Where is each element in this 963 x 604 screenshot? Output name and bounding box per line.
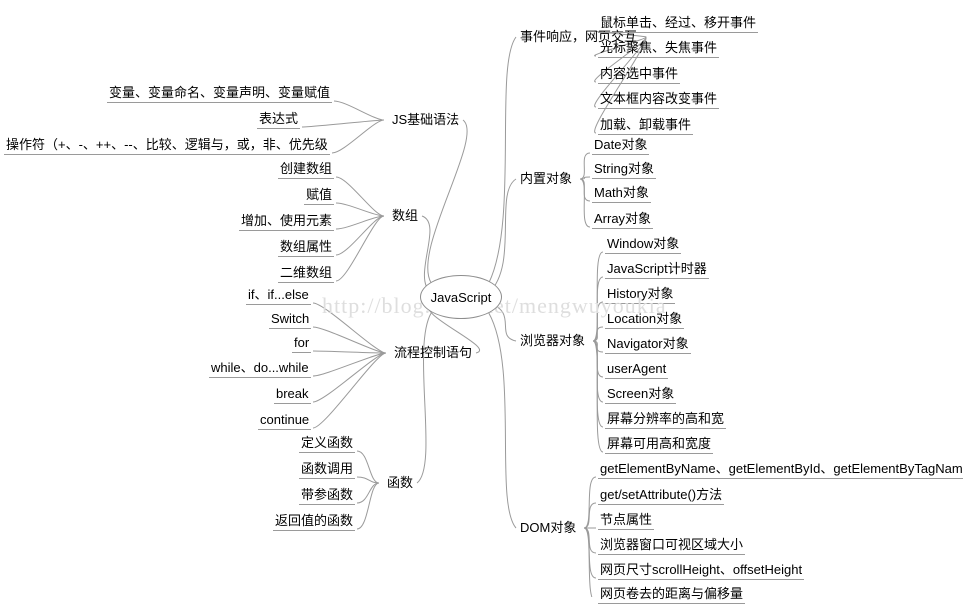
leaf-数组属性[interactable]: 数组属性: [278, 239, 335, 257]
branch-数组[interactable]: 数组: [390, 208, 420, 225]
leaf-返回值的函数[interactable]: 返回值的函数: [273, 513, 356, 531]
root-node-javascript[interactable]: JavaScript: [420, 275, 502, 319]
root-node-label: JavaScript: [430, 289, 492, 305]
leaf-JavaScript计时器[interactable]: JavaScript计时器: [605, 261, 709, 279]
leaf-创建数组[interactable]: 创建数组: [278, 161, 335, 179]
leaf-光标聚焦-失焦事件[interactable]: 光标聚焦、失焦事件: [598, 40, 720, 58]
leaf-文本框内容改变事件[interactable]: 文本框内容改变事件: [598, 91, 720, 109]
leaf-带参函数[interactable]: 带参函数: [299, 487, 356, 505]
leaf-浏览器窗口可视区域大小[interactable]: 浏览器窗口可视区域大小: [598, 537, 746, 555]
leaf-屏幕分辨率的高和宽[interactable]: 屏幕分辨率的高和宽: [605, 411, 727, 429]
leaf-内容选中事件[interactable]: 内容选中事件: [598, 66, 681, 84]
leaf-Date对象[interactable]: Date对象: [592, 137, 650, 155]
leaf-网页尺寸scrollHeight-offsetHeigh[interactable]: 网页尺寸scrollHeight、offsetHeight: [598, 562, 805, 580]
leaf-屏幕可用高和宽度[interactable]: 屏幕可用高和宽度: [605, 436, 714, 454]
leaf-while-do-while[interactable]: while、do...while: [209, 360, 311, 378]
leaf-增加-使用元素[interactable]: 增加、使用元素: [239, 213, 335, 231]
leaf-Screen对象[interactable]: Screen对象: [605, 386, 677, 404]
leaf-break[interactable]: break: [274, 386, 311, 404]
leaf-for[interactable]: for: [292, 335, 312, 353]
leaf-赋值[interactable]: 赋值: [304, 187, 335, 205]
branch-DOM对象[interactable]: DOM对象: [518, 520, 578, 537]
leaf-History对象[interactable]: History对象: [605, 286, 676, 304]
leaf-定义函数[interactable]: 定义函数: [299, 435, 356, 453]
leaf-if-if-else[interactable]: if、if...else: [246, 287, 311, 305]
mindmap-canvas: http://blog.csdn.net/mengwuyoukia JavaSc…: [0, 0, 963, 604]
branch-内置对象[interactable]: 内置对象: [518, 171, 574, 188]
branch-流程控制语句[interactable]: 流程控制语句: [392, 345, 474, 362]
leaf-Navigator对象[interactable]: Navigator对象: [605, 336, 691, 354]
leaf-Math对象[interactable]: Math对象: [592, 185, 651, 203]
branch-函数[interactable]: 函数: [385, 475, 415, 492]
leaf-表达式[interactable]: 表达式: [257, 111, 301, 129]
leaf-二维数组[interactable]: 二维数组: [278, 265, 335, 283]
leaf-函数调用[interactable]: 函数调用: [299, 461, 356, 479]
leaf-Location对象[interactable]: Location对象: [605, 311, 685, 329]
leaf-continue[interactable]: continue: [258, 412, 312, 430]
leaf-网页卷去的距离与偏移量[interactable]: 网页卷去的距离与偏移量: [598, 586, 746, 604]
leaf-getElementByName-getElementB[interactable]: getElementByName、getElementById、getEleme…: [598, 461, 963, 479]
leaf-变量-变量命名-变量声明-变量赋值[interactable]: 变量、变量命名、变量声明、变量赋值: [107, 85, 333, 103]
leaf-get-setAttribute-方法[interactable]: get/setAttribute()方法: [598, 487, 725, 505]
leaf-操作符-比较-逻辑与-或-非-优先级[interactable]: 操作符（+、-、++、--、比较、逻辑与，或，非、优先级: [4, 137, 330, 155]
branch-JS基础语法[interactable]: JS基础语法: [390, 112, 461, 129]
leaf-鼠标单击-经过-移开事件[interactable]: 鼠标单击、经过、移开事件: [598, 15, 759, 33]
leaf-Window对象[interactable]: Window对象: [605, 236, 682, 254]
branch-浏览器对象[interactable]: 浏览器对象: [518, 333, 587, 350]
leaf-节点属性[interactable]: 节点属性: [598, 512, 655, 530]
leaf-Array对象[interactable]: Array对象: [592, 211, 654, 229]
leaf-加载-卸载事件[interactable]: 加载、卸载事件: [598, 117, 694, 135]
leaf-userAgent[interactable]: userAgent: [605, 361, 669, 379]
leaf-Switch[interactable]: Switch: [269, 311, 312, 329]
leaf-String对象[interactable]: String对象: [592, 161, 656, 179]
